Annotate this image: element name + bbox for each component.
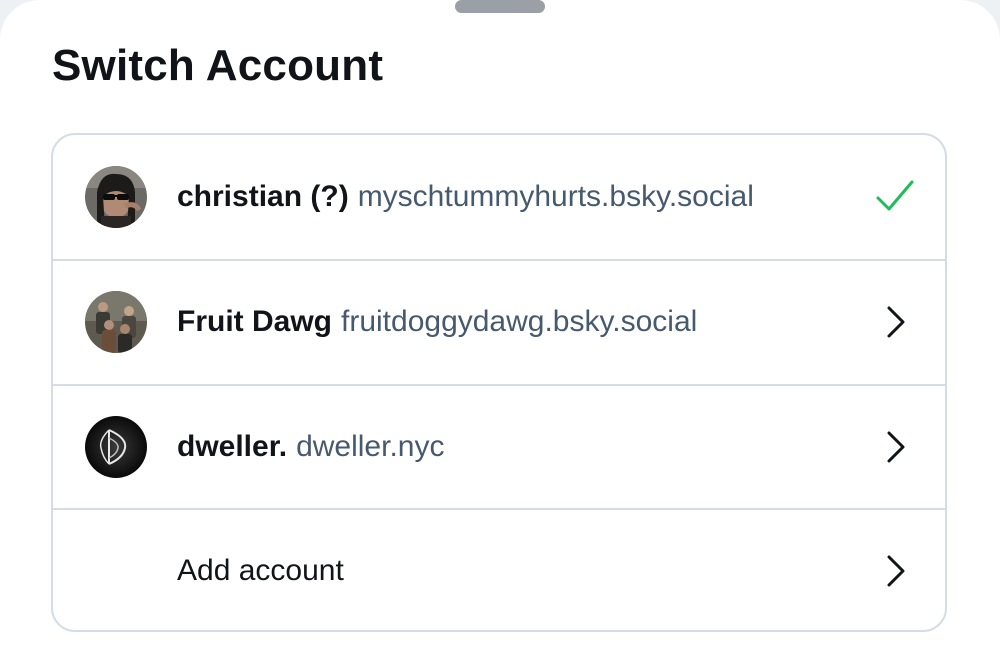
avatar (85, 291, 147, 353)
avatar (85, 416, 147, 478)
account-text: Fruit Dawg fruitdoggydawg.bsky.social (177, 304, 697, 340)
chevron-right-icon (875, 427, 915, 467)
account-display-name: dweller. (177, 430, 288, 463)
account-row-christian[interactable]: christian (?) myschtummyhurts.bsky.social (53, 135, 945, 259)
chevron-right-icon (875, 551, 915, 591)
sheet-title: Switch Account (52, 41, 384, 90)
account-row-fruit-dawg[interactable]: Fruit Dawg fruitdoggydawg.bsky.social (53, 259, 945, 383)
group-photo-icon (85, 291, 147, 353)
chevron-right-icon (875, 302, 915, 342)
account-list: christian (?) myschtummyhurts.bsky.social (51, 133, 947, 632)
account-text: christian (?) myschtummyhurts.bsky.social (177, 179, 754, 215)
account-display-name: Fruit Dawg (177, 305, 332, 338)
add-account-row[interactable]: Add account (53, 508, 945, 630)
account-text: dweller. dweller.nyc (177, 429, 444, 465)
sheet-drag-handle[interactable] (455, 0, 545, 13)
avatar (85, 166, 147, 228)
checkmark-icon (875, 177, 915, 217)
account-row-dweller[interactable]: dweller. dweller.nyc (53, 384, 945, 508)
account-handle: myschtummyhurts.bsky.social (357, 180, 754, 213)
switch-account-sheet: Switch Account christian (?)myschtummyh (0, 0, 1000, 645)
profile-photo-icon (85, 166, 147, 228)
account-handle: dweller.nyc (296, 430, 445, 463)
account-handle: fruitdoggydawg.bsky.social (341, 305, 698, 338)
account-display-name: christian (?) (177, 180, 349, 213)
add-account-label: Add account (177, 554, 344, 587)
logo-mark-icon (85, 416, 147, 478)
